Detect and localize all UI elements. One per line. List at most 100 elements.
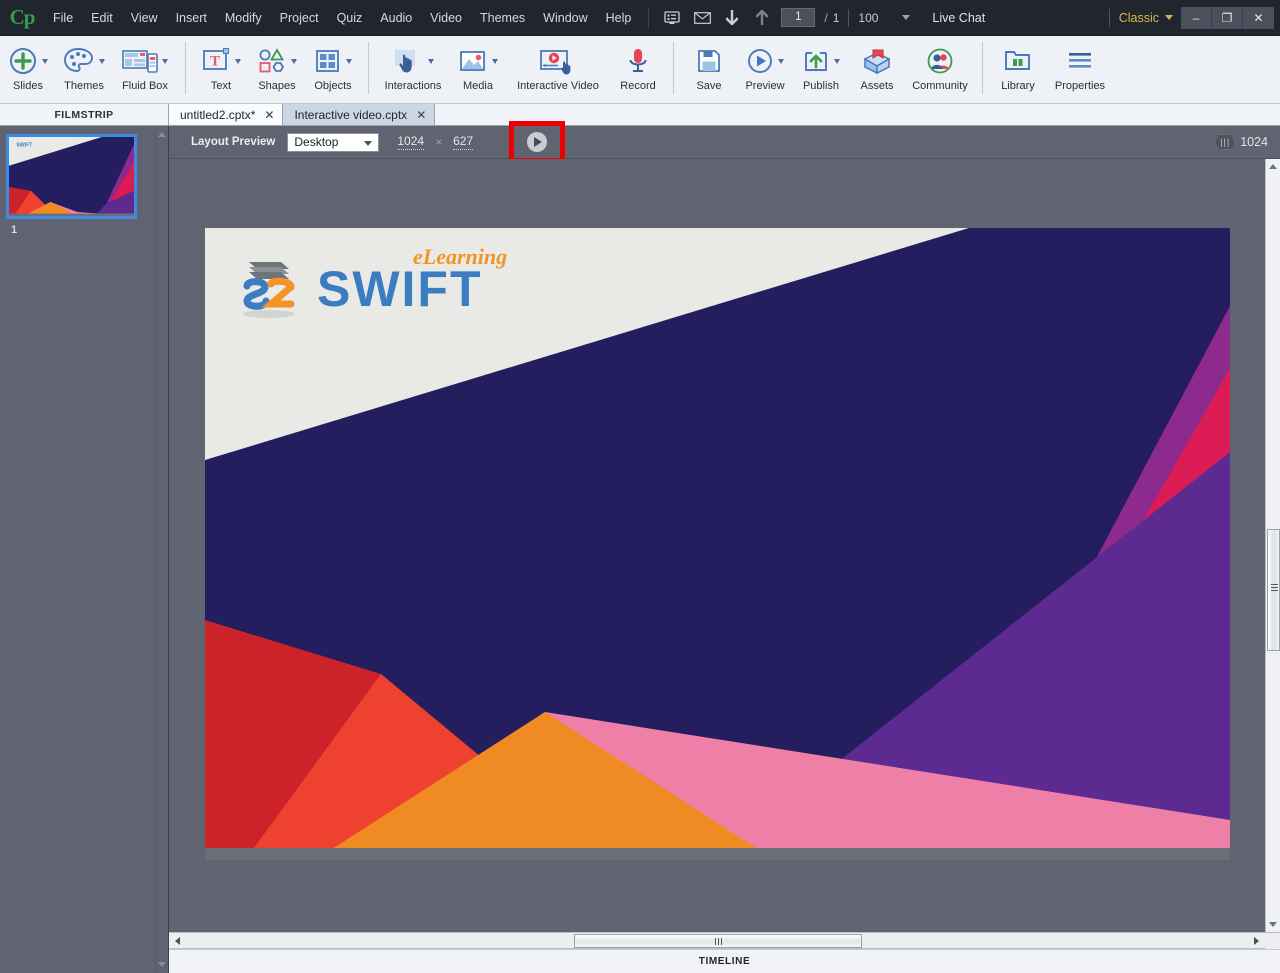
device-select-chevron-down-icon[interactable] [364, 141, 372, 146]
tab-interactive-video[interactable]: Interactive video.cptx ✕ [283, 104, 435, 125]
window-controls: – ❐ ✕ [1181, 7, 1274, 29]
menu-audio[interactable]: Audio [371, 0, 421, 36]
tab-untitled2-close-icon[interactable]: ✕ [264, 109, 274, 121]
window-restore-button[interactable]: ❐ [1212, 7, 1243, 29]
ribbon-media[interactable]: Media [450, 36, 506, 92]
ribbon-shapes[interactable]: Shapes [249, 36, 305, 92]
floppy-disk-icon [696, 47, 722, 75]
menu-view[interactable]: View [122, 0, 167, 36]
menu-help[interactable]: Help [597, 0, 641, 36]
timeline-panel[interactable]: TIMELINE [169, 949, 1280, 973]
menu-modify[interactable]: Modify [216, 0, 271, 36]
device-select[interactable]: Desktop [287, 133, 379, 152]
window-minimize-button[interactable]: – [1181, 7, 1212, 29]
slide-stage[interactable]: SWIFT eLearning [205, 228, 1230, 860]
ribbon-shapes-label: Shapes [258, 80, 295, 92]
ribbon-save[interactable]: Save [681, 36, 737, 92]
canvas-vertical-scrollbar[interactable] [1265, 159, 1280, 932]
text-chevron-down-icon[interactable] [235, 59, 241, 64]
ribbon-interactive-video[interactable]: Interactive Video [506, 36, 610, 92]
ribbon-preview-label: Preview [745, 80, 784, 92]
ribbon-group-media: Interactions Media [376, 36, 666, 104]
fluidbox-chevron-down-icon[interactable] [162, 59, 168, 64]
zoom-slider-value: 1024 [1240, 135, 1268, 149]
themes-chevron-down-icon[interactable] [99, 59, 105, 64]
menu-window[interactable]: Window [534, 0, 596, 36]
publish-chevron-down-icon[interactable] [834, 59, 840, 64]
ribbon-divider-1 [185, 42, 186, 94]
menu-edit[interactable]: Edit [82, 0, 122, 36]
interactions-chevron-down-icon[interactable] [428, 59, 434, 64]
ribbon-themes[interactable]: Themes [56, 36, 112, 92]
live-chat-link[interactable]: Live Chat [932, 11, 985, 25]
ribbon-properties[interactable]: Properties [1046, 36, 1114, 92]
ribbon-publish[interactable]: Publish [793, 36, 849, 92]
workspace-chevron-down-icon[interactable] [1165, 15, 1173, 20]
menu-quiz[interactable]: Quiz [328, 0, 372, 36]
media-chevron-down-icon[interactable] [492, 59, 498, 64]
ribbon-objects[interactable]: Objects [305, 36, 361, 92]
cp-application-window: Cp File Edit View Insert Modify Project … [0, 0, 1280, 973]
menu-insert[interactable]: Insert [167, 0, 216, 36]
ribbon-themes-label: Themes [64, 80, 104, 92]
menu-file[interactable]: File [44, 0, 82, 36]
canvas-zoom-slider[interactable]: ||| 1024 [1215, 134, 1268, 150]
slide-thumbnail-artwork: SWIFT [9, 137, 134, 216]
image-icon [458, 47, 488, 75]
layout-preview-play-button[interactable] [527, 132, 547, 152]
filmstrip-slide-1-thumbnail[interactable]: SWIFT [6, 134, 137, 219]
menu-themes[interactable]: Themes [471, 0, 534, 36]
ribbon-slides[interactable]: Slides [0, 36, 56, 92]
ribbon-interactions[interactable]: Interactions [376, 36, 450, 92]
ribbon-record[interactable]: Record [610, 36, 666, 92]
filmstrip-scrollbar[interactable] [155, 126, 168, 973]
vscroll-thumb[interactable] [1267, 529, 1280, 651]
upload-box-icon [802, 47, 830, 75]
ribbon-community[interactable]: Community [905, 36, 975, 92]
filmstrip-scroll-up-icon[interactable] [158, 132, 166, 137]
slide-logo-wordmark: SWIFT [317, 261, 483, 317]
window-close-button[interactable]: ✕ [1243, 7, 1274, 29]
hscroll-thumb[interactable] [574, 934, 862, 948]
menu-project[interactable]: Project [271, 0, 328, 36]
zoom-chevron-down-icon[interactable] [902, 15, 910, 20]
shapes-icon [257, 47, 287, 75]
ribbon-library[interactable]: Library [990, 36, 1046, 92]
hscroll-left-arrow-icon[interactable] [175, 937, 180, 945]
layout-height-input[interactable]: 627 [453, 134, 473, 150]
slide-canvas-area[interactable]: SWIFT eLearning [169, 159, 1280, 932]
ribbon-fluid-box[interactable]: Fluid Box [112, 36, 178, 92]
vscroll-down-arrow-icon[interactable] [1269, 922, 1277, 927]
objects-chevron-down-icon[interactable] [346, 59, 352, 64]
slide-logo-tagline: eLearning [413, 244, 507, 269]
ribbon-assets[interactable]: Assets [849, 36, 905, 92]
menu-video[interactable]: Video [421, 0, 471, 36]
mail-envelope-icon[interactable] [690, 6, 714, 30]
ribbon-group-panels: Library Properties [990, 36, 1114, 104]
menu-bar: Cp File Edit View Insert Modify Project … [0, 0, 1280, 36]
vscroll-up-arrow-icon[interactable] [1269, 164, 1277, 169]
hand-pointer-icon [392, 47, 424, 75]
arrow-up-icon[interactable] [750, 6, 774, 30]
canvas-horizontal-scrollbar[interactable] [169, 932, 1265, 949]
ribbon-text[interactable]: T Text [193, 36, 249, 92]
preview-chevron-down-icon[interactable] [778, 59, 784, 64]
zoom-slider-handle-icon[interactable]: ||| [1215, 134, 1235, 150]
tab-interactive-video-close-icon[interactable]: ✕ [416, 109, 426, 121]
page-separator: / [824, 11, 827, 25]
hscroll-right-arrow-icon[interactable] [1254, 937, 1259, 945]
ribbon-media-label: Media [463, 80, 493, 92]
layout-width-input[interactable]: 1024 [397, 134, 424, 150]
filmstrip-scroll-down-icon[interactable] [158, 962, 166, 967]
screen-display-icon[interactable] [660, 6, 684, 30]
filmstrip-slide-1[interactable]: SWIFT 1 [6, 134, 137, 236]
workspace-label[interactable]: Classic [1119, 11, 1159, 25]
current-page-input[interactable]: 1 [781, 8, 815, 27]
tab-untitled2[interactable]: untitled2.cptx* ✕ [169, 104, 283, 125]
shapes-chevron-down-icon[interactable] [291, 59, 297, 64]
arrow-down-icon[interactable] [720, 6, 744, 30]
slides-chevron-down-icon[interactable] [42, 59, 48, 64]
app-logo: Cp [0, 0, 44, 36]
ribbon-preview[interactable]: Preview [737, 36, 793, 92]
zoom-level-value[interactable]: 100 [858, 11, 902, 25]
